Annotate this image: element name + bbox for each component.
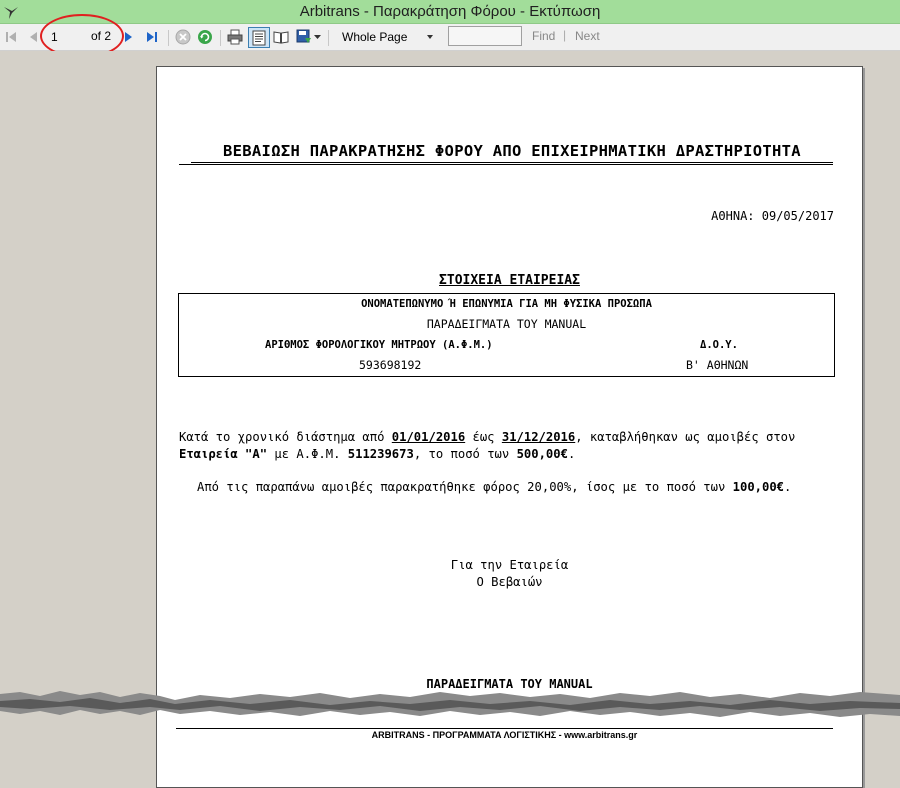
next-page-button[interactable] xyxy=(122,28,136,46)
toolbar-separator xyxy=(220,30,221,46)
zoom-select[interactable]: Whole Page xyxy=(338,27,438,46)
previous-page-icon xyxy=(30,32,37,42)
find-text-input[interactable] xyxy=(448,26,522,46)
signature-line-certifier: Ο Βεβαιών xyxy=(476,575,543,589)
print-button[interactable] xyxy=(226,28,244,46)
doy-value: Β' ΑΘΗΝΩΝ xyxy=(686,358,749,372)
next-page-icon xyxy=(125,32,132,42)
page-layout-icon xyxy=(252,30,266,45)
document-date: ΑΘΗΝΑ: 09/05/2017 xyxy=(711,209,834,223)
title-bar: Arbitrans - Παρακράτηση Φόρου - Εκτύπωση xyxy=(0,0,900,24)
toolbar-separator xyxy=(168,30,169,46)
find-separator: | xyxy=(563,28,567,42)
find-button[interactable]: Find xyxy=(532,29,555,43)
title-underline xyxy=(179,164,833,165)
export-button[interactable] xyxy=(294,28,322,46)
refresh-button[interactable] xyxy=(196,28,214,46)
page-setup-button[interactable] xyxy=(272,28,290,46)
period-start-date: 01/01/2016 xyxy=(391,430,466,444)
recipient-afm: 511239673 xyxy=(347,447,414,461)
company-section-title: ΣΤΟΙΧΕΙΑ ΕΤΑΙΡΕΙΑΣ xyxy=(439,273,580,288)
torn-page-edge xyxy=(0,691,900,717)
last-page-icon xyxy=(147,32,157,42)
refresh-icon xyxy=(198,30,212,44)
payment-amount: 500,00€ xyxy=(516,447,568,461)
report-page: ΒΕΒΑΙΩΣΗ ΠΑΡΑΚΡΑΤΗΣΗΣ ΦΟΡΟΥ ΑΠΟ ΕΠΙΧΕΙΡΗ… xyxy=(156,66,863,788)
save-disk-icon xyxy=(296,29,311,43)
name-value: ΠΑΡΑΔΕΙΓΜΑΤΑ ΤΟΥ MANUAL xyxy=(426,317,587,331)
toolbar-separator xyxy=(328,30,329,46)
afm-label: ΑΡΙΘΜΟΣ ΦΟΡΟΛΟΓΙΚΟΥ ΜΗΤΡΩΟΥ (Α.Φ.Μ.) xyxy=(265,339,493,351)
window-title: Arbitrans - Παρακράτηση Φόρου - Εκτύπωση xyxy=(299,3,601,20)
last-page-button[interactable] xyxy=(144,28,160,46)
document-footer: ARBITRANS - ΠΡΟΓΡΑΜΜΑΤΑ ΛΟΓΙΣΤΙΚΗΣ - www… xyxy=(371,730,638,740)
printer-icon xyxy=(227,29,243,45)
footer-rule xyxy=(176,728,833,729)
zoom-select-value: Whole Page xyxy=(342,29,408,44)
document-title: ΒΕΒΑΙΩΣΗ ΠΑΡΑΚΡΑΤΗΣΗΣ ΦΟΡΟΥ ΑΠΟ ΕΠΙΧΕΙΡΗ… xyxy=(191,142,833,163)
recipient-name: Εταιρεία "Α" xyxy=(179,447,268,461)
previous-page-button[interactable] xyxy=(26,28,40,46)
stop-button[interactable] xyxy=(174,28,192,46)
open-book-icon xyxy=(273,31,289,44)
name-label: ΟΝΟΜΑΤΕΠΩΝΥΜΟ Ή ΕΠΩΝΥΜΙΑ ΓΙΑ ΜΗ ΦΥΣΙΚΑ Π… xyxy=(361,298,652,310)
doy-label: Δ.Ο.Υ. xyxy=(700,339,738,351)
tax-paragraph: Από τις παραπάνω αμοιβές παρακρατήθηκε φ… xyxy=(197,480,792,494)
first-page-button[interactable] xyxy=(4,28,18,46)
chevron-down-icon xyxy=(427,35,433,39)
print-layout-button[interactable] xyxy=(248,27,270,48)
period-end-date: 31/12/2016 xyxy=(501,430,576,444)
report-toolbar: of 2 Whole Page Find | Next xyxy=(0,24,900,51)
tax-amount: 100,00€ xyxy=(732,480,785,494)
report-viewer[interactable]: ΒΕΒΑΙΩΣΗ ΠΑΡΑΚΡΑΤΗΣΗΣ ΦΟΡΟΥ ΑΠΟ ΕΠΙΧΕΙΡΗ… xyxy=(0,51,900,788)
afm-value: 593698192 xyxy=(359,358,422,372)
company-info-box: ΟΝΟΜΑΤΕΠΩΝΥΜΟ Ή ΕΠΩΝΥΜΙΑ ΓΙΑ ΜΗ ΦΥΣΙΚΑ Π… xyxy=(178,293,835,377)
first-page-icon xyxy=(6,32,16,42)
payment-paragraph: Κατά το χρονικό διάστημα από 01/01/2016 … xyxy=(179,430,796,461)
dropdown-arrow-icon xyxy=(313,35,321,39)
signature-line-company: Για την Εταιρεία xyxy=(450,558,569,572)
find-next-button[interactable]: Next xyxy=(575,29,600,43)
stop-icon xyxy=(175,29,191,45)
